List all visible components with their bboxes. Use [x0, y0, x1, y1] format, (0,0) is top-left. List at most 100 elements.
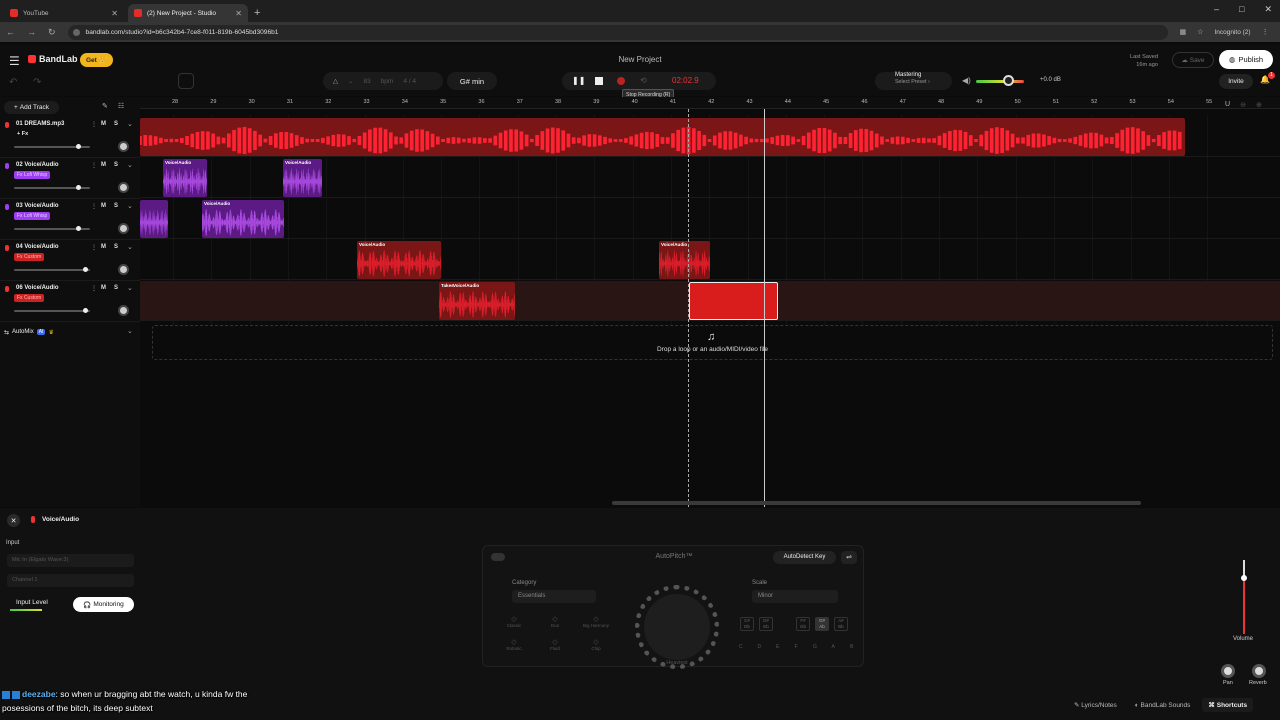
- publish-button[interactable]: ◍ Publish: [1219, 50, 1273, 69]
- mute-button[interactable]: M: [101, 203, 106, 209]
- fx-badge[interactable]: Fx Custom: [14, 253, 45, 261]
- record-button[interactable]: [617, 77, 625, 85]
- chevron-down-icon[interactable]: ⌄: [127, 243, 133, 251]
- solo-button[interactable]: S: [114, 244, 118, 250]
- preset-button[interactable]: ◇ Robotic: [495, 638, 533, 651]
- chevron-down-icon[interactable]: ⌄: [127, 202, 133, 210]
- magnet-icon[interactable]: U: [1225, 101, 1230, 109]
- reverb-knob[interactable]: [1252, 664, 1266, 678]
- key-natural-button[interactable]: D: [758, 644, 762, 650]
- track-volume-slider[interactable]: [14, 308, 90, 313]
- effect-dial-knob[interactable]: [644, 594, 710, 660]
- takes-label[interactable]: Takes: [441, 283, 454, 288]
- mute-button[interactable]: M: [101, 285, 106, 291]
- close-editor-button[interactable]: ✕: [7, 514, 20, 527]
- more-icon[interactable]: ⋮: [1262, 28, 1269, 36]
- track-menu-icon[interactable]: ⋮: [91, 244, 97, 251]
- audio-clip[interactable]: Voice/Audio Takes: [439, 282, 515, 320]
- key-sharp-button[interactable]: D# Eb: [759, 617, 773, 631]
- key-natural-button[interactable]: F: [795, 644, 798, 650]
- track-volume-handle[interactable]: [83, 308, 88, 313]
- new-tab-button[interactable]: +: [254, 7, 260, 22]
- track-volume-handle[interactable]: [83, 267, 88, 272]
- track-pan-knob[interactable]: [118, 223, 129, 234]
- solo-button[interactable]: S: [114, 121, 118, 127]
- metronome-button[interactable]: [178, 73, 194, 89]
- track-pan-knob[interactable]: [118, 141, 129, 152]
- lyrics-notes-button[interactable]: ✎ Lyrics/Notes: [1068, 698, 1123, 712]
- save-button[interactable]: ☁ Save: [1172, 52, 1214, 68]
- track-volume-slider[interactable]: [14, 144, 90, 149]
- loop-icon[interactable]: ⟲: [640, 76, 647, 85]
- track-menu-icon[interactable]: ⋮: [91, 203, 97, 210]
- back-icon[interactable]: ←: [6, 27, 15, 37]
- sliders-icon[interactable]: ⇌: [841, 551, 857, 564]
- category-select[interactable]: Essentials: [512, 590, 596, 603]
- redo-icon[interactable]: ↷: [33, 77, 51, 91]
- preset-button[interactable]: ◇ Chip: [577, 638, 615, 651]
- preset-button[interactable]: ◇ Duo: [536, 615, 574, 628]
- master-volume-slider[interactable]: [976, 80, 1024, 83]
- mastering-button[interactable]: Mastering Select Preset ›: [875, 72, 952, 90]
- track-name[interactable]: 01 DREAMS.mp3: [16, 121, 64, 127]
- audio-clip[interactable]: Voice/Audio: [357, 241, 441, 279]
- input-device-select[interactable]: Mic In (Elgato Wave:3): [7, 554, 134, 567]
- mute-button[interactable]: M: [101, 121, 106, 127]
- stop-button[interactable]: [595, 77, 603, 85]
- audio-clip[interactable]: Voice/Audio: [659, 241, 710, 279]
- track-volume-slider[interactable]: [14, 267, 90, 272]
- key-sharp-button[interactable]: G# Ab: [815, 617, 829, 631]
- tab-youtube[interactable]: YouTube ✕: [4, 4, 124, 22]
- key-natural-button[interactable]: G: [813, 644, 817, 650]
- chevron-down-icon[interactable]: ⌄: [127, 120, 133, 128]
- track-header[interactable]: 03 Voice/Audio Fx Lofi Whisp ⋮ M S ⌄: [0, 200, 140, 240]
- maximize-button[interactable]: □: [1239, 4, 1244, 15]
- pan-knob[interactable]: [1221, 664, 1235, 678]
- add-track-button[interactable]: + Add Track: [4, 101, 59, 114]
- automix-row[interactable]: ⇆ AutoMix AI ♛: [0, 325, 140, 339]
- track-pan-knob[interactable]: [118, 305, 129, 316]
- mute-button[interactable]: M: [101, 244, 106, 250]
- track-volume-handle[interactable]: [76, 226, 81, 231]
- scale-select[interactable]: Minor: [752, 590, 838, 603]
- track-name[interactable]: 03 Voice/Audio: [16, 203, 59, 209]
- tab-close-icon[interactable]: ✕: [111, 9, 118, 18]
- audio-clip[interactable]: Voice/Audio: [283, 159, 322, 197]
- pencil-icon[interactable]: ✎: [102, 102, 108, 110]
- tab-studio[interactable]: (2) New Project - Studio ✕: [128, 4, 248, 22]
- chevron-down-icon[interactable]: ⌄: [348, 77, 353, 85]
- track-volume-slider[interactable]: [14, 226, 90, 231]
- key-natural-button[interactable]: C: [739, 644, 743, 650]
- track-menu-icon[interactable]: ⋮: [91, 162, 97, 169]
- track-header[interactable]: 02 Voice/Audio Fx Lofi Whisp ⋮ M S ⌄: [0, 159, 140, 199]
- track-pan-knob[interactable]: [118, 264, 129, 275]
- key-sharp-button[interactable]: A# Bb: [834, 617, 848, 631]
- bookmark-icon[interactable]: ☆: [1197, 28, 1203, 36]
- track-header[interactable]: 06 Voice/Audio Fx Custom ⋮ M S ⌄: [0, 282, 140, 322]
- bpm-value[interactable]: 83: [363, 78, 370, 85]
- key-sharp-button[interactable]: C# Db: [740, 617, 754, 631]
- preset-button[interactable]: ◇ Big Harmony: [577, 615, 615, 628]
- zoom-in-icon[interactable]: ⊕: [1256, 101, 1262, 109]
- pause-icon[interactable]: ❚❚: [572, 76, 585, 85]
- horizontal-scrollbar[interactable]: [612, 501, 1141, 505]
- tempo-control[interactable]: △ ⌄ 83 bpm 4 / 4: [323, 72, 443, 90]
- invite-button[interactable]: Invite: [1219, 74, 1253, 89]
- solo-button[interactable]: S: [114, 162, 118, 168]
- track-lanes[interactable]: Voice/Audio Voice/Audio Voice/Audio Voice/A…: [140, 115, 1280, 507]
- undo-icon[interactable]: ↶: [9, 77, 27, 91]
- track-menu-icon[interactable]: ⋮: [91, 121, 97, 128]
- autodetect-key-button[interactable]: AutoDetect Key: [773, 551, 836, 564]
- chevron-down-icon[interactable]: ⌄: [127, 327, 133, 335]
- minimize-button[interactable]: –: [1214, 4, 1219, 15]
- key-natural-button[interactable]: E: [776, 644, 779, 650]
- audio-clip[interactable]: Voice/Audio: [163, 159, 207, 197]
- track-volume-handle[interactable]: [76, 144, 81, 149]
- input-channel-select[interactable]: Channel 1: [7, 574, 134, 587]
- audio-clip[interactable]: [140, 200, 168, 238]
- key-natural-button[interactable]: B: [850, 644, 853, 650]
- audio-clip[interactable]: Voice/Audio: [202, 200, 284, 238]
- track-name[interactable]: 02 Voice/Audio: [16, 162, 59, 168]
- fx-badge[interactable]: + Fx: [14, 130, 31, 138]
- extensions-icon[interactable]: ▦: [1180, 28, 1187, 36]
